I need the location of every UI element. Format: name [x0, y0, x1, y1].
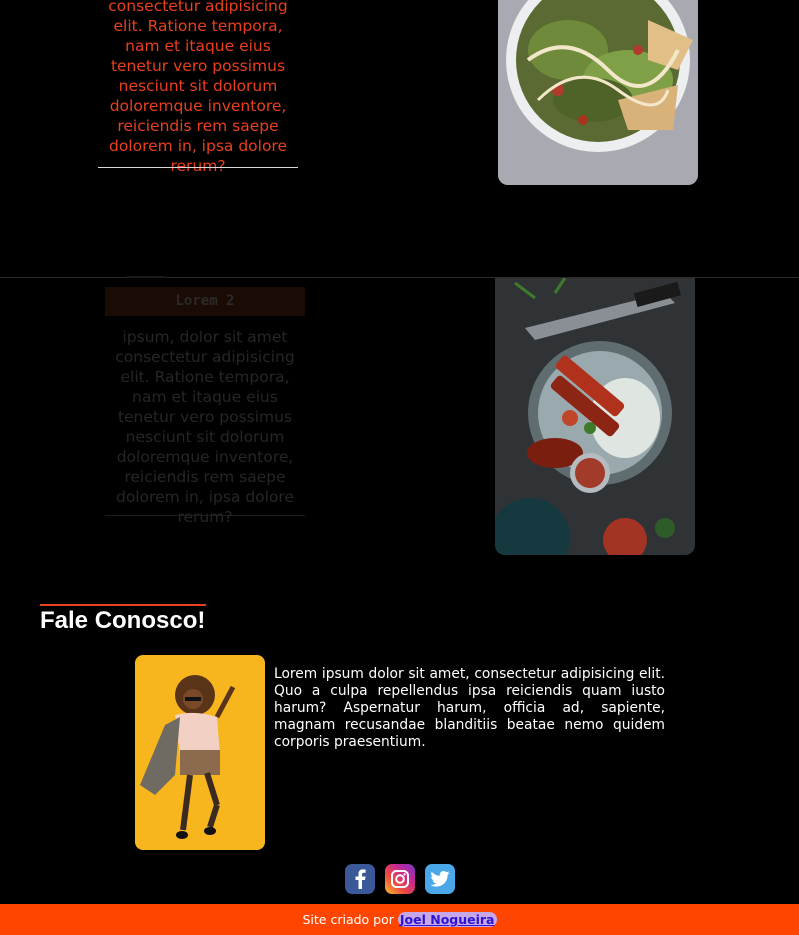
section1-description: consectetur adipisicing elit. Ratione te… — [108, 0, 288, 175]
author-link[interactable]: Joel Nogueira — [397, 912, 497, 927]
social-links — [345, 864, 455, 894]
contact-title: Fale Conosco! — [40, 607, 206, 634]
facebook-icon[interactable] — [345, 864, 375, 894]
section2-description: ipsum, dolor sit amet consectetur adipis… — [115, 328, 295, 526]
skewers-image — [495, 278, 695, 555]
section1-underline — [98, 167, 298, 168]
instagram-icon[interactable] — [385, 864, 415, 894]
contact-description: Lorem ipsum dolor sit amet, consectetur … — [274, 666, 665, 750]
footer: Site criado por Joel Nogueira — [0, 904, 799, 935]
salad-image — [498, 0, 698, 185]
footer-credit-text: Site criado por — [302, 912, 394, 927]
section2-underline — [105, 515, 305, 516]
section2-tab-marker — [127, 276, 165, 278]
twitter-icon[interactable] — [425, 864, 455, 894]
person-image — [135, 655, 265, 850]
section2-title: Lorem 2 — [105, 287, 305, 316]
